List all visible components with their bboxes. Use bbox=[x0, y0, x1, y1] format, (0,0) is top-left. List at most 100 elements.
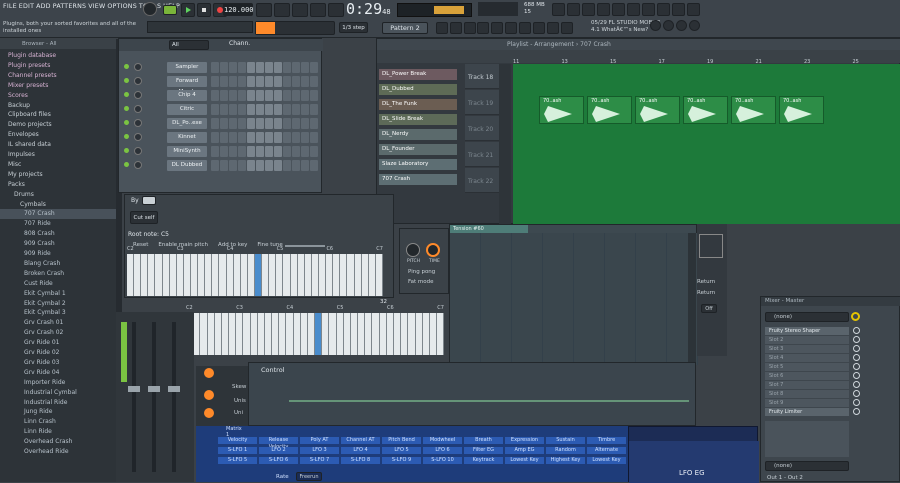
undo-icon[interactable] bbox=[650, 20, 661, 31]
mod-source-cell[interactable]: Alternate bbox=[587, 447, 626, 454]
mixer-eq[interactable] bbox=[765, 421, 849, 457]
white-key[interactable] bbox=[265, 313, 272, 355]
browser-file-item[interactable]: 909 Crash bbox=[0, 239, 116, 249]
step-button[interactable] bbox=[274, 76, 282, 87]
piano-roll-window-button[interactable] bbox=[567, 3, 580, 16]
browser-folder-item[interactable]: Demo projects bbox=[0, 120, 116, 130]
step-button[interactable] bbox=[310, 146, 318, 157]
step-button[interactable] bbox=[292, 118, 300, 129]
step-button[interactable] bbox=[292, 62, 300, 73]
slot-power-icon[interactable] bbox=[853, 336, 860, 343]
cpu-button[interactable] bbox=[657, 3, 670, 16]
step-button[interactable] bbox=[256, 76, 264, 87]
skew-knob[interactable] bbox=[204, 368, 214, 378]
channel-led[interactable] bbox=[124, 148, 129, 153]
audio-clip[interactable]: 70..ash bbox=[731, 96, 776, 124]
browser-folder-item[interactable]: Impulses bbox=[0, 150, 116, 160]
step-button[interactable] bbox=[211, 76, 219, 87]
step-button[interactable] bbox=[301, 62, 309, 73]
step-button[interactable] bbox=[211, 118, 219, 129]
white-key[interactable] bbox=[423, 313, 430, 355]
pattern-item[interactable]: DL_Power Break bbox=[379, 69, 457, 80]
channel-pan-knob[interactable] bbox=[134, 77, 142, 85]
step-button[interactable] bbox=[220, 76, 228, 87]
browser-file-item[interactable]: Jung Ride bbox=[0, 407, 116, 417]
step-button[interactable] bbox=[265, 90, 273, 101]
slot-power-icon[interactable] bbox=[853, 372, 860, 379]
pattern-item[interactable]: DL_Slide Break bbox=[379, 114, 457, 125]
step-button[interactable] bbox=[274, 90, 282, 101]
effect-slot[interactable]: Slot 6 bbox=[765, 372, 849, 380]
effect-slot[interactable]: Slot 2 bbox=[765, 336, 849, 344]
play-button[interactable] bbox=[181, 3, 195, 17]
step-button[interactable] bbox=[310, 104, 318, 115]
browser-folder-item[interactable]: Packs bbox=[0, 180, 116, 190]
step-button[interactable] bbox=[220, 118, 228, 129]
step-button[interactable] bbox=[238, 62, 246, 73]
mod-source-cell[interactable]: Lowest Key bbox=[505, 457, 544, 464]
channel-led[interactable] bbox=[124, 78, 129, 83]
step-button[interactable] bbox=[310, 62, 318, 73]
mod-source-cell[interactable]: S-LFO 1 bbox=[218, 447, 257, 454]
step-button[interactable] bbox=[229, 62, 237, 73]
white-key[interactable] bbox=[215, 313, 222, 355]
white-key[interactable] bbox=[351, 313, 358, 355]
step-button[interactable] bbox=[265, 76, 273, 87]
effect-slot[interactable]: Slot 8 bbox=[765, 390, 849, 398]
browser-file-item[interactable]: Industrial Cymbal bbox=[0, 388, 116, 398]
note-grid[interactable] bbox=[450, 233, 698, 365]
countdown-button[interactable] bbox=[292, 3, 308, 17]
step-button[interactable] bbox=[211, 146, 219, 157]
channel-name-button[interactable]: Sampler bbox=[167, 62, 207, 73]
channel-led[interactable] bbox=[124, 106, 129, 111]
blend-button[interactable] bbox=[310, 3, 326, 17]
step-button[interactable] bbox=[238, 118, 246, 129]
browser-file-item[interactable]: Ekit Cymbal 3 bbox=[0, 308, 116, 318]
step-button[interactable] bbox=[301, 104, 309, 115]
white-key[interactable] bbox=[241, 254, 248, 296]
view-button-2[interactable] bbox=[491, 22, 503, 34]
wait-button[interactable] bbox=[274, 3, 290, 17]
browser-file-item[interactable]: 707 Crash bbox=[0, 209, 116, 219]
step-button[interactable] bbox=[310, 76, 318, 87]
effect-slot[interactable]: Fruity Stereo Shaper bbox=[765, 327, 849, 335]
fader-handle-1[interactable] bbox=[128, 386, 140, 392]
fat-mode-toggle[interactable]: Fat mode bbox=[408, 279, 434, 285]
step-button[interactable] bbox=[229, 118, 237, 129]
white-key[interactable] bbox=[276, 254, 283, 296]
fader-track-2[interactable] bbox=[152, 322, 156, 472]
playlist-window-button[interactable] bbox=[552, 3, 565, 16]
white-key[interactable] bbox=[430, 313, 437, 355]
mod-source-cell[interactable]: LFO 5 bbox=[382, 447, 421, 454]
white-key[interactable] bbox=[298, 254, 305, 296]
mod-source-cell[interactable]: LFO 4 bbox=[341, 447, 380, 454]
white-key[interactable] bbox=[269, 254, 276, 296]
mod-source-cell[interactable]: Channel AT bbox=[341, 437, 380, 444]
mixer-window-button[interactable] bbox=[597, 3, 610, 16]
white-key[interactable] bbox=[200, 313, 207, 355]
mod-source-cell[interactable]: Lowest Key bbox=[587, 457, 626, 464]
step-button[interactable] bbox=[265, 118, 273, 129]
channel-led[interactable] bbox=[124, 120, 129, 125]
white-key[interactable] bbox=[305, 254, 312, 296]
browser-file-item[interactable]: 909 Ride bbox=[0, 249, 116, 259]
arrangement-grid[interactable]: 70..ash70..ash70..ash70..ash70..ash70..a… bbox=[513, 64, 900, 224]
browser-file-item[interactable]: 808 Crash bbox=[0, 229, 116, 239]
menu-file[interactable]: FILE bbox=[3, 3, 17, 13]
view-button-6[interactable] bbox=[547, 22, 559, 34]
menu-patterns[interactable]: PATTERNS bbox=[53, 3, 86, 13]
pattern-item[interactable]: DL_Nerdy bbox=[379, 129, 457, 140]
mod-source-cell[interactable]: Amp EG bbox=[505, 447, 544, 454]
step-button[interactable] bbox=[301, 132, 309, 143]
browser-folder-item[interactable]: IL shared data bbox=[0, 140, 116, 150]
mod-source-cell[interactable]: S-LFO 8 bbox=[341, 457, 380, 464]
step-button[interactable] bbox=[283, 132, 291, 143]
step-button[interactable] bbox=[229, 90, 237, 101]
white-key[interactable] bbox=[315, 313, 322, 355]
white-key[interactable] bbox=[437, 313, 444, 355]
channel-pan-knob[interactable] bbox=[134, 119, 142, 127]
slot-power-icon[interactable] bbox=[853, 354, 860, 361]
step-button[interactable] bbox=[229, 160, 237, 171]
step-button[interactable] bbox=[238, 132, 246, 143]
step-button[interactable] bbox=[247, 146, 255, 157]
